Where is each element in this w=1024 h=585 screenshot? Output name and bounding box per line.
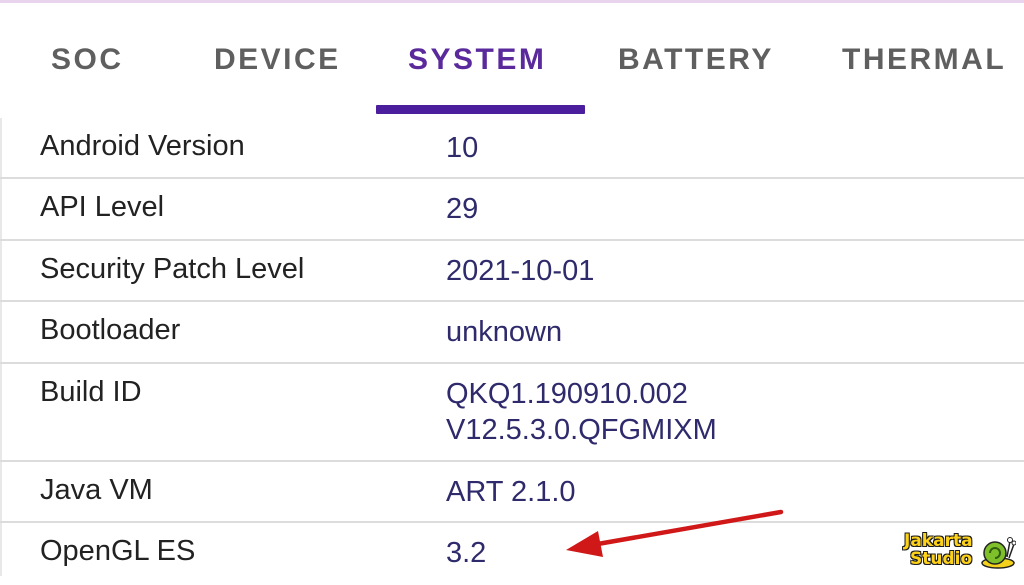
tab-soc[interactable]: SOC [51, 40, 124, 80]
table-row: Build ID QKQ1.190910.002 V12.5.3.0.QFGMI… [0, 364, 1024, 462]
active-tab-indicator [376, 105, 585, 114]
row-label: Java VM [40, 474, 153, 506]
table-row: Java VM ART 2.1.0 [0, 462, 1024, 523]
snail-logo-icon [981, 537, 1016, 569]
table-row: API Level 29 [0, 179, 1024, 241]
watermark-line-1: Jakarta [904, 531, 973, 551]
row-label: Security Patch Level [40, 253, 305, 285]
tab-battery[interactable]: BATTERY [618, 40, 774, 80]
jakarta-studio-watermark: Jakarta Studio [900, 531, 1018, 571]
tab-system[interactable]: SYSTEM [408, 40, 546, 80]
row-value: QKQ1.190910.002 V12.5.3.0.QFGMIXM [446, 376, 717, 448]
row-label: Build ID [40, 376, 142, 408]
tab-thermal[interactable]: THERMAL [842, 40, 1006, 80]
tab-device[interactable]: DEVICE [214, 40, 341, 80]
tab-bar: SOC DEVICE SYSTEM BATTERY THERMAL [0, 0, 1024, 118]
row-value: 29 [446, 193, 479, 225]
row-label: API Level [40, 191, 165, 223]
row-value: 2021-10-01 [446, 255, 595, 287]
row-label: OpenGL ES [40, 535, 196, 567]
row-value: ART 2.1.0 [446, 476, 576, 508]
row-value: unknown [446, 316, 563, 348]
row-value: 3.2 [446, 537, 487, 569]
row-label: Android Version [40, 130, 245, 162]
build-id-line-1: QKQ1.190910.002 [446, 378, 688, 410]
watermark-line-2: Studio [910, 549, 973, 569]
table-row: Security Patch Level 2021-10-01 [0, 241, 1024, 302]
table-row: Bootloader unknown [0, 302, 1024, 364]
build-id-line-2: V12.5.3.0.QFGMIXM [446, 414, 717, 446]
row-value: 10 [446, 132, 479, 164]
row-label: Bootloader [40, 314, 181, 346]
table-row: Android Version 10 [0, 118, 1024, 179]
